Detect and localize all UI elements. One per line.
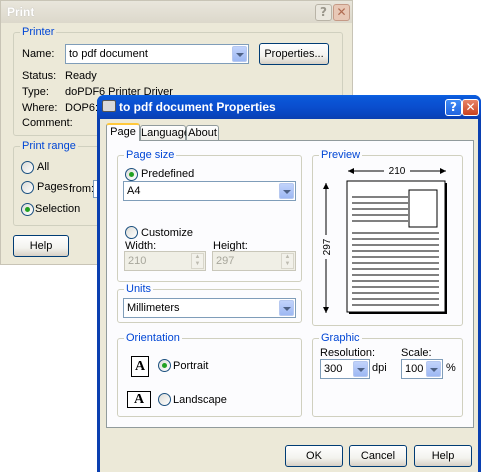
width-spinner-icon[interactable]: ▲ ▼ bbox=[191, 253, 204, 269]
range-selection-radio[interactable] bbox=[21, 203, 34, 216]
customize-label[interactable]: Customize bbox=[141, 227, 193, 239]
width-value: 210 bbox=[128, 255, 147, 267]
resolution-value: 300 bbox=[324, 363, 343, 375]
predefined-label[interactable]: Predefined bbox=[141, 168, 194, 180]
tab-page-label: Page bbox=[110, 126, 136, 138]
orientation-title: Orientation bbox=[124, 332, 182, 344]
properties-titlebar: to pdf document Properties ? ✕ bbox=[97, 95, 481, 119]
chevron-down-icon[interactable] bbox=[353, 361, 368, 377]
predefined-radio[interactable] bbox=[125, 168, 138, 181]
where-value: DOP6: bbox=[65, 102, 99, 114]
range-selection-label[interactable]: Selection bbox=[35, 203, 80, 215]
height-input[interactable]: 297 ▲ ▼ bbox=[212, 251, 296, 271]
units-value: Millimeters bbox=[127, 302, 180, 314]
properties-help-icon[interactable]: ? bbox=[445, 99, 462, 116]
landscape-page-icon: A bbox=[127, 391, 151, 408]
resolution-select[interactable]: 300 bbox=[320, 359, 370, 379]
tab-about[interactable]: About bbox=[186, 125, 219, 141]
preview-width-label: 210 bbox=[389, 166, 406, 177]
name-label: Name: bbox=[22, 48, 55, 60]
props-help-button[interactable]: Help bbox=[414, 445, 472, 467]
preview-height-label: 297 bbox=[322, 238, 333, 255]
print-help-button[interactable]: Help bbox=[13, 235, 69, 257]
printer-name-select[interactable]: to pdf document bbox=[65, 44, 249, 64]
page-preview: 210 297 bbox=[320, 165, 447, 314]
range-all-radio[interactable] bbox=[21, 161, 34, 174]
scale-select[interactable]: 100 bbox=[401, 359, 443, 379]
tab-language[interactable]: Language bbox=[140, 125, 190, 141]
chevron-down-icon[interactable] bbox=[279, 183, 294, 199]
print-help-icon[interactable]: ? bbox=[315, 4, 332, 21]
portrait-page-icon: A bbox=[131, 356, 149, 377]
tab-language-label: Language bbox=[141, 127, 190, 139]
printer-group-title: Printer bbox=[20, 26, 57, 38]
portrait-label[interactable]: Portrait bbox=[173, 360, 208, 372]
landscape-radio[interactable] bbox=[158, 393, 171, 406]
range-pages-radio[interactable] bbox=[21, 181, 34, 194]
status-value: Ready bbox=[65, 70, 97, 82]
cancel-button[interactable]: Cancel bbox=[349, 445, 407, 467]
tab-about-label: About bbox=[188, 127, 217, 139]
tab-page[interactable]: Page bbox=[106, 123, 140, 141]
landscape-icon-letter: A bbox=[134, 392, 145, 407]
print-range-title: Print range bbox=[20, 140, 78, 152]
scale-unit: % bbox=[446, 362, 456, 374]
height-spinner-icon[interactable]: ▲ ▼ bbox=[281, 253, 294, 269]
units-select[interactable]: Millimeters bbox=[123, 298, 296, 318]
status-label: Status: bbox=[22, 70, 57, 82]
type-label: Type: bbox=[22, 86, 49, 98]
chevron-down-icon[interactable] bbox=[279, 300, 294, 316]
preview-title: Preview bbox=[319, 149, 363, 161]
properties-title: to pdf document Properties bbox=[119, 100, 276, 114]
printer-icon bbox=[102, 100, 116, 112]
portrait-radio[interactable] bbox=[158, 359, 171, 372]
predefined-value: A4 bbox=[127, 185, 141, 197]
where-label: Where: bbox=[22, 102, 58, 114]
comment-label: Comment: bbox=[22, 117, 73, 129]
page-size-title: Page size bbox=[124, 149, 177, 161]
customize-radio[interactable] bbox=[125, 226, 138, 239]
chevron-down-icon[interactable] bbox=[232, 46, 247, 62]
portrait-icon-letter: A bbox=[135, 359, 146, 374]
scale-label: Scale: bbox=[401, 347, 432, 359]
units-title: Units bbox=[124, 283, 154, 295]
range-all-label[interactable]: All bbox=[37, 161, 49, 173]
graphic-title: Graphic bbox=[319, 332, 362, 344]
range-pages-label[interactable]: Pages bbox=[37, 181, 68, 193]
resolution-label: Resolution: bbox=[320, 347, 376, 359]
range-from-label: from: bbox=[69, 183, 95, 195]
print-title: Print bbox=[7, 5, 35, 19]
scale-value: 100 bbox=[405, 363, 424, 375]
properties-close-icon[interactable]: ✕ bbox=[462, 99, 479, 116]
type-value: doPDF bbox=[65, 86, 100, 98]
print-close-icon[interactable]: ✕ bbox=[333, 4, 350, 21]
height-value: 297 bbox=[216, 255, 235, 267]
predefined-select[interactable]: A4 bbox=[123, 181, 296, 201]
print-titlebar: Print ? ✕ bbox=[1, 1, 352, 23]
ok-button[interactable]: OK bbox=[285, 445, 343, 467]
resolution-unit: dpi bbox=[372, 362, 387, 374]
properties-button[interactable]: Properties... bbox=[259, 43, 329, 65]
landscape-label[interactable]: Landscape bbox=[173, 394, 227, 406]
chevron-down-icon[interactable] bbox=[426, 361, 441, 377]
printer-name-value: to pdf document bbox=[69, 48, 148, 60]
width-input[interactable]: 210 ▲ ▼ bbox=[124, 251, 206, 271]
